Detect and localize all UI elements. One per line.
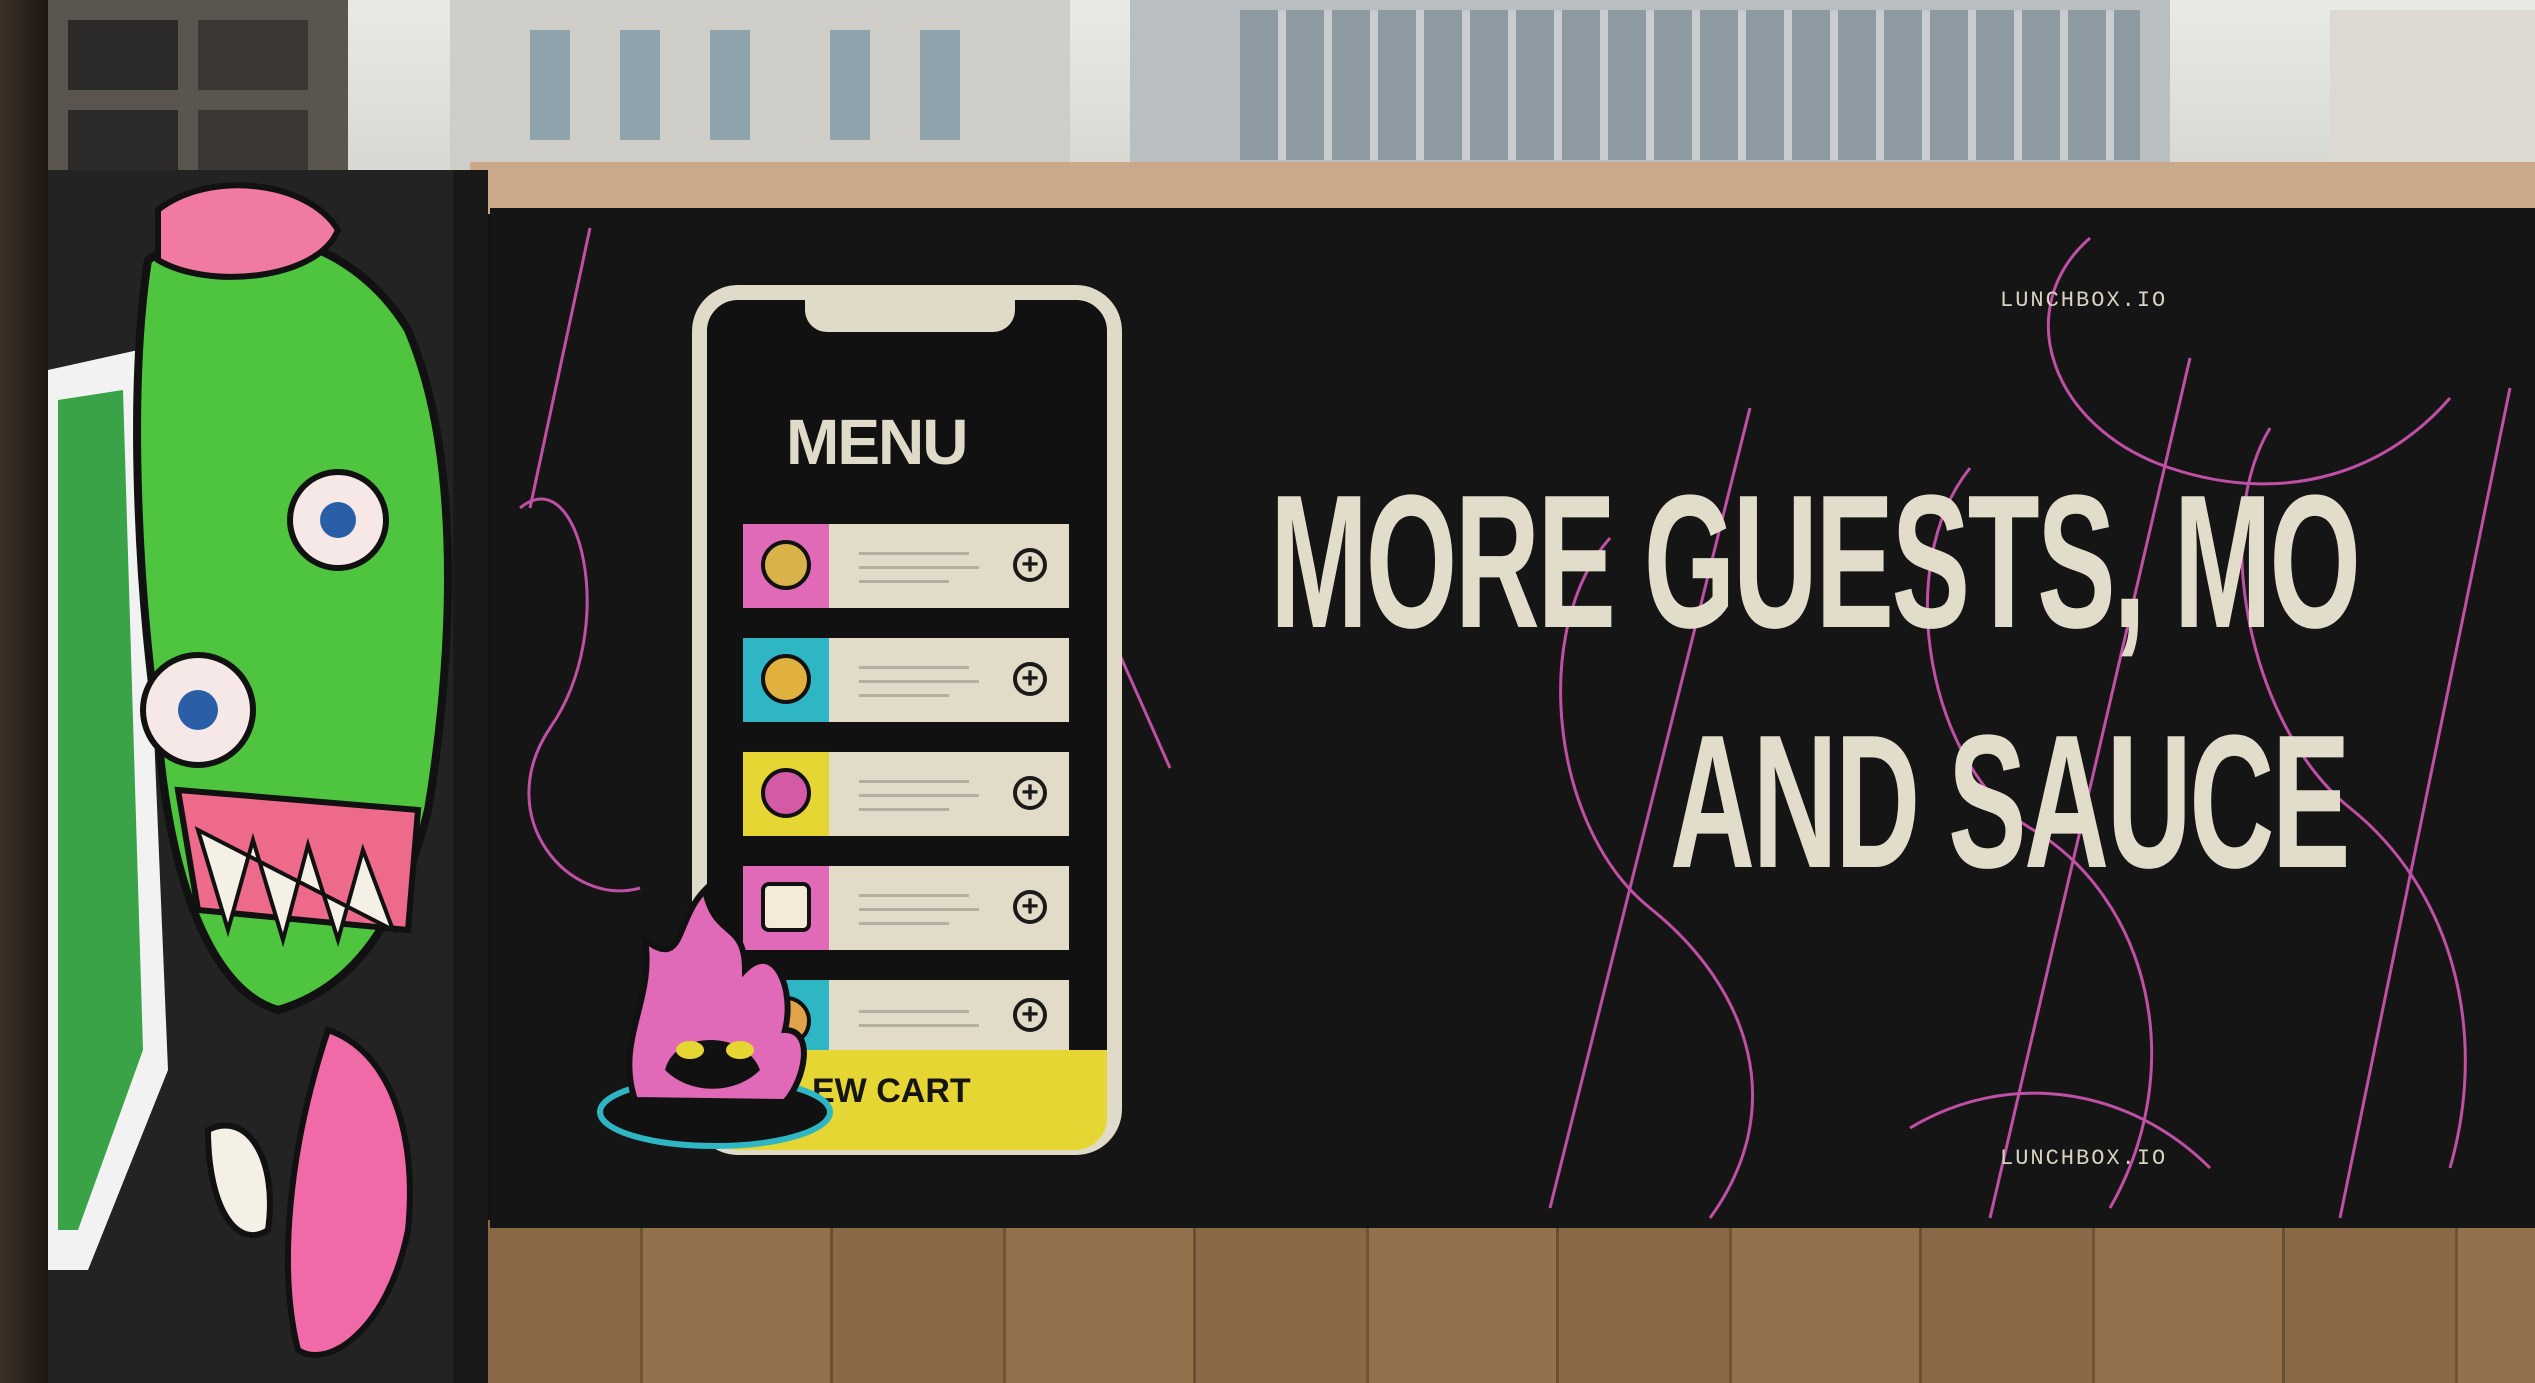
- building-right: [2330, 10, 2535, 175]
- plywood-fence: [470, 1220, 2535, 1383]
- wooden-beam: [470, 162, 2535, 214]
- taco-icon: [761, 654, 811, 704]
- left-frame-edge: [0, 0, 48, 1383]
- menu-item-row: +: [743, 752, 1069, 836]
- graffiti-mural: [48, 170, 488, 1383]
- plus-circle-icon: +: [1013, 998, 1047, 1032]
- domain-text-bottom: LUNCHBOX.IO: [2000, 1146, 2168, 1171]
- menu-title: MENU: [786, 406, 968, 478]
- menu-item-row: +: [743, 638, 1069, 722]
- domain-text-top: LUNCHBOX.IO: [2000, 288, 2168, 313]
- menu-item-row: +: [743, 524, 1069, 608]
- plus-circle-icon: +: [1013, 890, 1047, 924]
- view-cart-label: EW CART: [812, 1072, 971, 1110]
- graffiti-monster-art: [48, 170, 488, 1383]
- flame-pan-mascot: [597, 883, 833, 1149]
- headline-line-2: AND SAUCE: [1670, 696, 2350, 908]
- plus-circle-icon: +: [1013, 548, 1047, 582]
- photo-scene: LUNCHBOX.IO LUNCHBOX.IO MORE GUESTS, MO …: [0, 0, 2535, 1383]
- building-office: [1130, 0, 2170, 175]
- building-apartment: [450, 0, 1070, 170]
- noodle-bowl-icon: [761, 768, 811, 818]
- phone-notch: [805, 300, 1015, 332]
- plus-circle-icon: +: [1013, 662, 1047, 696]
- burger-icon: [761, 540, 811, 590]
- headline-line-1: MORE GUESTS, MO: [1270, 456, 2361, 668]
- plus-circle-icon: +: [1013, 776, 1047, 810]
